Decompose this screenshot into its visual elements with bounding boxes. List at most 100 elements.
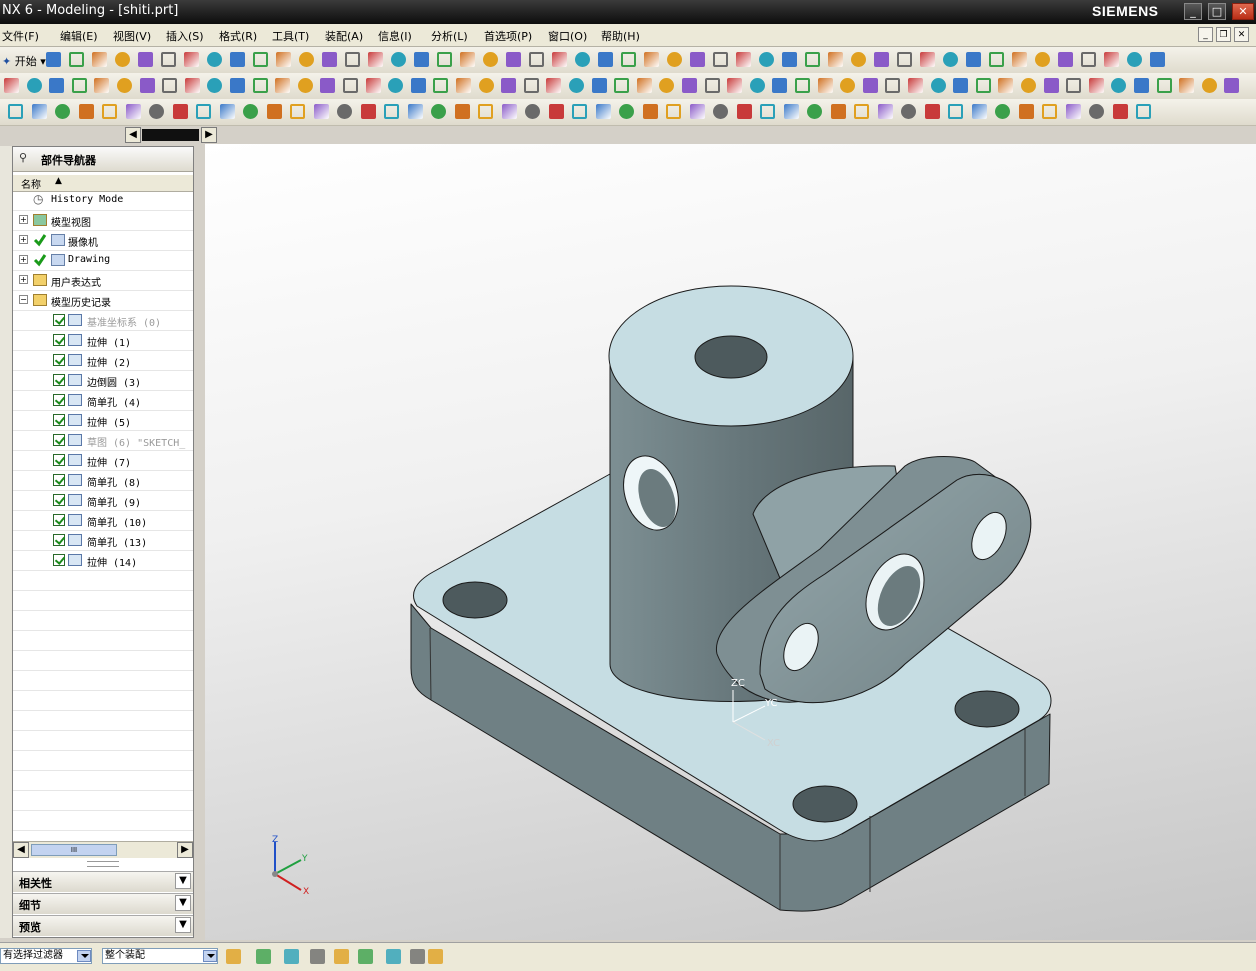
toolbar-tool-icon[interactable] — [840, 78, 855, 93]
toolbar-tool-icon[interactable] — [966, 52, 981, 67]
toolbar-tool-icon[interactable] — [196, 104, 211, 119]
toolbar-tool-icon[interactable] — [621, 52, 636, 67]
menu-format[interactable]: 格式(R) — [219, 28, 257, 44]
pin-icon[interactable]: ⚲ — [19, 151, 27, 164]
toolbar-tool-icon[interactable] — [831, 104, 846, 119]
toolbar-tool-icon[interactable] — [972, 104, 987, 119]
toolbar-tool-icon[interactable] — [455, 104, 470, 119]
toolbar-tool-icon[interactable] — [502, 104, 517, 119]
tree-row[interactable]: 拉伸 (7) — [13, 451, 193, 471]
toolbar-tool-icon[interactable] — [1202, 78, 1217, 93]
expand-toggle[interactable]: − — [19, 295, 28, 304]
toolbar-tool-icon[interactable] — [384, 104, 399, 119]
toolbar-tool-icon[interactable] — [299, 52, 314, 67]
tree-row[interactable]: − 模型历史记录 — [13, 291, 193, 311]
expand-toggle[interactable]: + — [19, 275, 28, 284]
toolbar-tool-icon[interactable] — [1012, 52, 1027, 67]
menu-file[interactable]: 文件(F) — [2, 28, 39, 44]
toolbar-tool-icon[interactable] — [897, 52, 912, 67]
graphics-window[interactable]: ZC YC XC Z Y X — [205, 144, 1256, 940]
expand-toggle[interactable]: + — [19, 215, 28, 224]
toolbar-tool-icon[interactable] — [1058, 52, 1073, 67]
toolbar-tool-icon[interactable] — [666, 104, 681, 119]
expand-toggle[interactable]: + — [19, 255, 28, 264]
doc-minimize-button[interactable]: _ — [1198, 27, 1213, 42]
toolbar-tool-icon[interactable] — [276, 52, 291, 67]
toolbar-tool-icon[interactable] — [345, 52, 360, 67]
checkbox[interactable] — [53, 454, 65, 466]
selection-filter-dropdown[interactable]: 有选择过滤器 — [0, 948, 92, 964]
toolbar-tool-icon[interactable] — [298, 78, 313, 93]
tree-row[interactable]: 简单孔 (10) — [13, 511, 193, 531]
tree-row[interactable]: 简单孔 (13) — [13, 531, 193, 551]
toolbar-tool-icon[interactable] — [94, 78, 109, 93]
toolbar-tool-icon[interactable] — [437, 52, 452, 67]
toolbar-tool-icon[interactable] — [501, 78, 516, 93]
toolbar-tool-icon[interactable] — [1134, 78, 1149, 93]
toolbar-tool-icon[interactable] — [185, 78, 200, 93]
toolbar-tool-icon[interactable] — [267, 104, 282, 119]
tree-row[interactable]: 拉伸 (5) — [13, 411, 193, 431]
toolbar-tool-icon[interactable] — [637, 78, 652, 93]
menu-analysis[interactable]: 分析(L) — [431, 28, 468, 44]
tree-row[interactable]: + 用户表达式 — [13, 271, 193, 291]
tree-row[interactable]: ◷ History Mode — [13, 191, 193, 211]
checkbox[interactable] — [53, 394, 65, 406]
checkbox[interactable] — [53, 554, 65, 566]
toolbar-tool-icon[interactable] — [8, 104, 23, 119]
toolbar-tool-icon[interactable] — [596, 104, 611, 119]
statusbar-tool-icon[interactable] — [226, 949, 241, 964]
chevron-down-icon[interactable]: ▼ — [175, 917, 191, 933]
checkbox[interactable] — [53, 334, 65, 346]
menu-help[interactable]: 帮助(H) — [601, 28, 640, 44]
toolbar-tool-icon[interactable] — [72, 78, 87, 93]
statusbar-tool-icon[interactable] — [256, 949, 271, 964]
menu-info[interactable]: 信息(I) — [378, 28, 412, 44]
tree-row[interactable]: + Drawing — [13, 251, 193, 271]
toolbar-tool-icon[interactable] — [478, 104, 493, 119]
menu-window[interactable]: 窗口(O) — [548, 28, 587, 44]
toolbar-tool-icon[interactable] — [737, 104, 752, 119]
toolbar-tool-icon[interactable] — [1042, 104, 1057, 119]
toolbar-tool-icon[interactable] — [1089, 104, 1104, 119]
toolbar-tool-icon[interactable] — [713, 104, 728, 119]
menu-view[interactable]: 视图(V) — [113, 28, 151, 44]
toolbar-tool-icon[interactable] — [989, 52, 1004, 67]
toolbar-tool-icon[interactable] — [569, 78, 584, 93]
doc-restore-button[interactable]: ❐ — [1216, 27, 1231, 42]
toolbar-tool-icon[interactable] — [885, 78, 900, 93]
statusbar-tool-icon[interactable] — [334, 949, 349, 964]
toolbar-tool-icon[interactable] — [643, 104, 658, 119]
toolbar-tool-icon[interactable] — [1104, 52, 1119, 67]
statusbar-tool-icon[interactable] — [284, 949, 299, 964]
toolbar-tool-icon[interactable] — [32, 104, 47, 119]
tree-row[interactable]: 简单孔 (4) — [13, 391, 193, 411]
toolbar-tool-icon[interactable] — [851, 52, 866, 67]
toolbar-tool-icon[interactable] — [854, 104, 869, 119]
toolbar-tool-icon[interactable] — [27, 78, 42, 93]
toolbar-tool-icon[interactable] — [690, 52, 705, 67]
toolbar-tool-icon[interactable] — [759, 52, 774, 67]
toolbar-tool-icon[interactable] — [138, 52, 153, 67]
toolbar-tool-icon[interactable] — [1066, 78, 1081, 93]
toolbar-tool-icon[interactable] — [1089, 78, 1104, 93]
toolbar-tool-icon[interactable] — [1044, 78, 1059, 93]
toolbar-tool-icon[interactable] — [220, 104, 235, 119]
statusbar-tool-icon[interactable] — [428, 949, 443, 964]
toolbar-tool-icon[interactable] — [140, 78, 155, 93]
toolbar-tool-icon[interactable] — [161, 52, 176, 67]
toolbar-tool-icon[interactable] — [207, 52, 222, 67]
checkbox[interactable] — [53, 494, 65, 506]
toolbar-tool-icon[interactable] — [184, 52, 199, 67]
toolbar-tool-icon[interactable] — [863, 78, 878, 93]
navigator-hscroll[interactable]: ◀ III ▶ — [13, 841, 193, 858]
toolbar-tool-icon[interactable] — [79, 104, 94, 119]
toolbar-tool-icon[interactable] — [115, 52, 130, 67]
toolbar-tool-icon[interactable] — [1224, 78, 1239, 93]
toolbar-tool-icon[interactable] — [575, 52, 590, 67]
toolbar-tool-icon[interactable] — [614, 78, 629, 93]
toolbar-tool-icon[interactable] — [366, 78, 381, 93]
toolbar-tool-icon[interactable] — [102, 104, 117, 119]
toolbar-tool-icon[interactable] — [126, 104, 141, 119]
toolbar-tool-icon[interactable] — [1035, 52, 1050, 67]
